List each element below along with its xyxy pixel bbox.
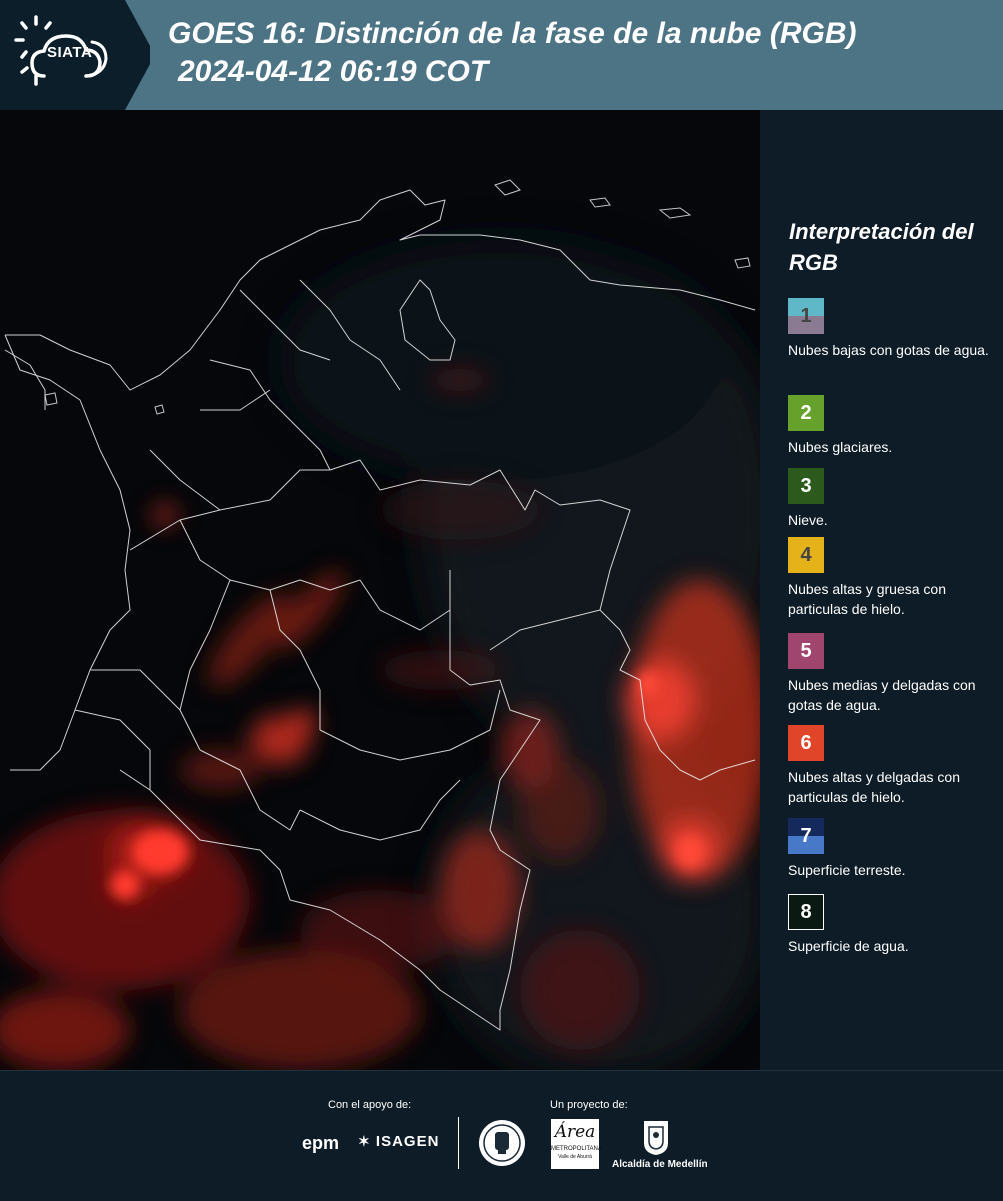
legend-swatch-number: 1 — [800, 304, 812, 327]
legend-swatch-number: 4 — [800, 543, 812, 566]
header-bar: SIATA GOES 16: Distinción de la fase de … — [0, 0, 1003, 110]
legend-label: Nubes glaciares. — [788, 439, 893, 455]
legend-swatch-number: 5 — [800, 639, 812, 662]
siata-logo: SIATA — [0, 0, 150, 110]
alcaldia-logo-text: Alcaldía de Medellín — [612, 1159, 708, 1170]
legend-swatch-5: 5 — [788, 633, 824, 669]
footer-divider — [458, 1117, 459, 1169]
legend-label: Nieve. — [788, 512, 828, 528]
legend-swatch-3: 3 — [788, 468, 824, 504]
legend-item-5: 5 Nubes medias y delgadas con gotas de a… — [788, 633, 998, 715]
epm-logo: epm — [302, 1133, 339, 1154]
legend-title: Interpretación del RGB — [789, 219, 974, 275]
shield-icon — [644, 1121, 668, 1155]
siata-logo-text: SIATA — [47, 44, 93, 61]
legend-swatch-number: 2 — [800, 401, 812, 424]
project-label: Un proyecto de: — [550, 1099, 628, 1111]
legend-swatch-number: 7 — [800, 824, 812, 847]
legend-swatch-number: 3 — [800, 474, 812, 497]
legend-swatch-7: 7 — [788, 818, 824, 854]
university-seal-logo — [478, 1119, 526, 1172]
legend-label: Nubes bajas con gotas de agua. — [788, 342, 989, 358]
isagen-icon: ✶ — [358, 1133, 371, 1149]
legend-item-1: 1 Nubes bajas con gotas de agua. — [788, 298, 998, 360]
area-logo-text: Área — [554, 1122, 596, 1142]
legend-swatch-1: 1 — [788, 298, 824, 334]
legend-label: Nubes medias y delgadas con gotas de agu… — [788, 677, 976, 713]
legend-label: Nubes altas y delgadas con particulas de… — [788, 769, 960, 805]
support-label: Con el apoyo de: — [328, 1099, 412, 1111]
legend-item-7: 7 Superficie terreste. — [788, 818, 998, 880]
legend-panel: Interpretación del RGB 1 Nubes bajas con… — [760, 110, 1003, 1070]
page-subtitle-timestamp: 2024-04-12 06:19 COT — [178, 55, 489, 88]
legend-swatch-6: 6 — [788, 725, 824, 761]
legend-item-8: 8 Superficie de agua. — [788, 894, 998, 956]
footer: Con el apoyo de: Un proyecto de: epm ✶ I… — [0, 1070, 1003, 1201]
legend-item-6: 6 Nubes altas y delgadas con particulas … — [788, 725, 998, 807]
legend-swatch-4: 4 — [788, 537, 824, 573]
legend-item-3: 3 Nieve. — [788, 468, 998, 530]
legend-swatch-number: 6 — [800, 731, 812, 754]
legend-swatch-2: 2 — [788, 395, 824, 431]
area-metropolitana-logo: Área METROPOLITANA Valle de Aburrá — [551, 1119, 602, 1169]
seal-icon — [479, 1120, 525, 1166]
legend-label: Superficie de agua. — [788, 938, 909, 954]
legend-swatch-8: 8 — [788, 894, 824, 930]
legend-item-2: 2 Nubes glaciares. — [788, 395, 998, 457]
rgb-satellite-image — [0, 110, 760, 1070]
area-logo-subtext2: Valle de Aburrá — [558, 1154, 592, 1160]
page-title: GOES 16: Distinción de la fase de la nub… — [168, 17, 857, 50]
satellite-map[interactable] — [0, 110, 760, 1070]
isagen-logo: ✶ ISAGEN — [358, 1133, 439, 1150]
isagen-logo-text: ISAGEN — [375, 1133, 440, 1150]
legend-item-4: 4 Nubes altas y gruesa con particulas de… — [788, 537, 998, 619]
area-logo-subtext: METROPOLITANA — [551, 1146, 602, 1152]
legend-swatch-number: 8 — [800, 900, 812, 923]
alcaldia-shield-logo — [640, 1119, 672, 1162]
legend-label: Nubes altas y gruesa con particulas de h… — [788, 581, 946, 617]
epm-logo-text: epm — [302, 1133, 340, 1153]
legend-label: Superficie terreste. — [788, 862, 906, 878]
